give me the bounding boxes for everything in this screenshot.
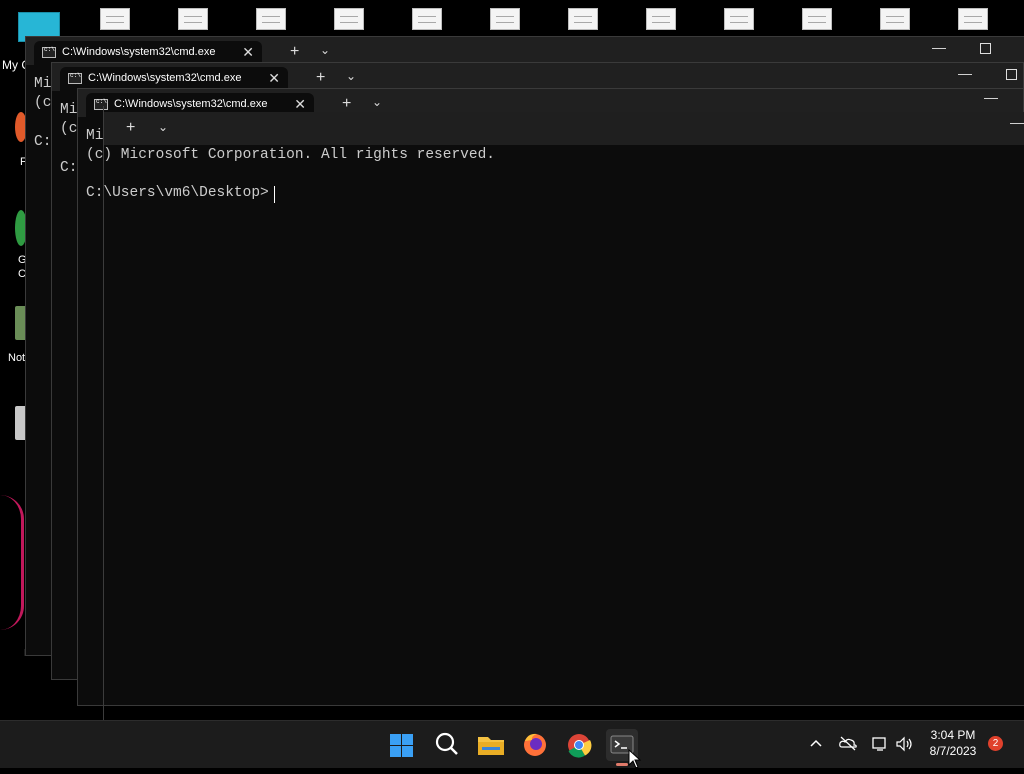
taskbar [0, 720, 1024, 769]
minimize-button[interactable]: — [984, 89, 998, 105]
new-tab-button[interactable]: + [290, 43, 299, 61]
start-icon[interactable] [388, 729, 420, 761]
file-explorer-icon[interactable] [475, 729, 507, 761]
search-icon[interactable] [431, 729, 463, 761]
close-tab-icon[interactable]: ✕ [268, 70, 280, 87]
desktop-file-icon[interactable] [724, 8, 754, 30]
tab-dropdown-button[interactable]: ⌄ [346, 69, 356, 83]
network-icon[interactable] [871, 735, 889, 756]
tab-title: C:\Windows\system32\cmd.exe [62, 46, 216, 58]
clock-date: 8/7/2023 [929, 744, 977, 758]
terminal-line: Mi [60, 102, 78, 118]
title-bar[interactable]: + ⌄ — [104, 112, 1024, 145]
terminal-line: Mi [34, 76, 52, 92]
cmd-icon [68, 72, 82, 84]
tab-dropdown-button[interactable]: ⌄ [320, 43, 330, 57]
title-bar[interactable]: C:\Windows\system32\cmd.exe ✕ + ⌄ — [52, 63, 1023, 91]
terminal-line: (c [60, 121, 78, 137]
shortcut-label: Not [8, 352, 26, 364]
terminal-line-partial: Mi [86, 128, 104, 144]
desktop-file-icon[interactable] [880, 8, 910, 30]
mouse-pointer-icon [628, 748, 642, 774]
tab-dropdown-button[interactable]: ⌄ [372, 95, 382, 109]
close-tab-icon[interactable]: ✕ [294, 96, 306, 113]
text-cursor [274, 186, 275, 203]
minimize-button[interactable]: — [1010, 114, 1024, 130]
new-tab-button[interactable]: + [316, 69, 325, 87]
command-prompt[interactable]: C:\Users\vm6\Desktop> [86, 184, 269, 203]
volume-icon[interactable] [895, 735, 913, 756]
desktop-file-icon[interactable] [802, 8, 832, 30]
onedrive-offline-icon[interactable] [838, 735, 858, 754]
minimize-button[interactable]: — [932, 39, 946, 55]
desktop-file-icon[interactable] [646, 8, 676, 30]
desktop-file-icon[interactable] [178, 8, 208, 30]
clock-time: 3:04 PM [930, 728, 976, 742]
maximize-button[interactable] [1006, 67, 1017, 83]
notification-badge[interactable]: 2 [988, 736, 1003, 751]
new-tab-button[interactable]: + [342, 95, 351, 113]
title-bar[interactable]: C:\Windows\system32\cmd.exe ✕ + ⌄ — [26, 37, 1024, 65]
desktop-file-icon[interactable] [490, 8, 520, 30]
chrome-icon[interactable] [563, 729, 595, 761]
desktop-file-icon[interactable] [334, 8, 364, 30]
terminal-line: C: [34, 134, 52, 150]
desktop-file-icon[interactable] [100, 8, 130, 30]
wallpaper-graphic [0, 495, 24, 630]
maximize-button[interactable] [980, 41, 991, 57]
desktop-file-icon[interactable] [412, 8, 442, 30]
desktop-file-icon[interactable] [568, 8, 598, 30]
firefox-icon[interactable] [519, 729, 551, 761]
desktop-file-icon[interactable] [256, 8, 286, 30]
copyright-line: (c) Microsoft Corporation. All rights re… [86, 147, 495, 163]
tab-title: C:\Windows\system32\cmd.exe [88, 72, 242, 84]
new-tab-button[interactable]: + [126, 119, 135, 137]
terminal-line: (c [34, 95, 52, 111]
terminal-line: C: [60, 160, 78, 176]
cmd-icon [42, 46, 56, 58]
tab-title: C:\Windows\system32\cmd.exe [114, 98, 268, 110]
desktop-file-icon[interactable] [958, 8, 988, 30]
terminal-body[interactable] [104, 145, 1024, 705]
close-tab-icon[interactable]: ✕ [242, 44, 254, 61]
cmd-icon [94, 98, 108, 110]
system-clock[interactable]: 3:04 PM 8/7/2023 [918, 727, 988, 759]
minimize-button[interactable]: — [958, 65, 972, 81]
tab-dropdown-button[interactable]: ⌄ [158, 120, 168, 134]
chevron-up-icon[interactable] [808, 735, 824, 754]
